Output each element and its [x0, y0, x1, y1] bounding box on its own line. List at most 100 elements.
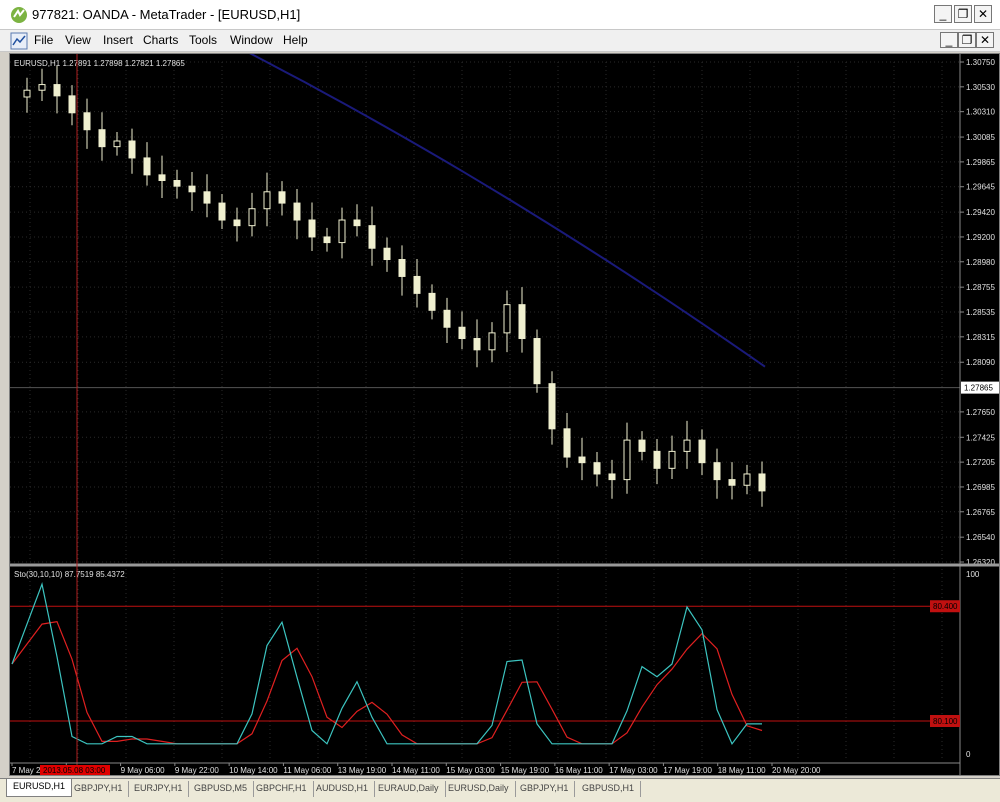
minimize-button[interactable]: _ — [934, 5, 952, 23]
candle-body — [683, 439, 691, 452]
time-tick-label: 15 May 19:00 — [501, 766, 550, 775]
doc-restore-button[interactable]: ❐ — [958, 32, 976, 48]
chart-window[interactable]: 1.30750 1.30530 1.30310 1.30085 1.29865 1.296… — [9, 53, 1000, 776]
price-tick-label: 1.27425 — [966, 433, 995, 442]
price-tick-label: 1.28090 — [966, 358, 995, 367]
menu-view[interactable]: View — [65, 33, 91, 47]
candle — [563, 413, 571, 468]
indicator-info: Sto(30,10,10) 87.7519 85.4372 — [14, 570, 125, 579]
chart-tab-audusd-h1[interactable]: AUDUSD,H1 — [310, 781, 376, 797]
candle-body — [713, 462, 721, 481]
candle-body — [38, 84, 46, 91]
chart-tab-gbpjpy-h1[interactable]: GBPJPY,H1 — [514, 781, 576, 797]
crosshair-time-label: 2013.05.08 03:00 — [43, 766, 106, 775]
menu-file[interactable]: File — [34, 33, 53, 47]
candle — [623, 422, 631, 494]
candle-body — [158, 174, 166, 182]
chart-tab-eurusd-daily[interactable]: EURUSD,Daily — [442, 781, 516, 797]
candle — [413, 258, 421, 308]
candle-body — [443, 309, 451, 328]
candle — [533, 329, 541, 393]
price-tick-label: 1.29645 — [966, 183, 995, 192]
candle-body — [428, 292, 436, 311]
doc-close-button[interactable]: ✕ — [976, 32, 994, 48]
time-tick-label: 18 May 11:00 — [718, 766, 766, 775]
candle-body — [338, 219, 346, 244]
close-button[interactable]: ✕ — [974, 5, 992, 23]
price-tick-label: 1.28980 — [966, 258, 995, 267]
candle-body — [518, 304, 526, 340]
chart-tab-euraud-daily[interactable]: EURAUD,Daily — [372, 781, 446, 797]
price-tick-label: 1.26540 — [966, 533, 995, 542]
candle-body — [248, 208, 256, 227]
candle — [638, 431, 646, 461]
level-label: 80.100 — [933, 717, 958, 726]
candle-body — [473, 338, 481, 351]
candle — [668, 435, 676, 480]
time-tick-label: 16 May 11:00 — [555, 766, 603, 775]
chart-tab-eurjpy-h1[interactable]: EURJPY,H1 — [128, 781, 190, 797]
candle — [398, 245, 406, 296]
chart-tab-gbpusd-m5[interactable]: GBPUSD,M5 — [188, 781, 255, 797]
candle-body — [173, 180, 181, 187]
chart-tab-gbpjpy-h1[interactable]: GBPJPY,H1 — [68, 781, 130, 797]
candle — [683, 420, 691, 469]
candle-body — [218, 202, 226, 221]
candle — [578, 437, 586, 481]
chart-grid — [10, 61, 960, 759]
candle — [98, 112, 106, 161]
candle-body — [83, 112, 91, 131]
candle-body — [293, 202, 301, 221]
candle-body — [758, 473, 766, 492]
candle — [218, 194, 226, 230]
menu-help[interactable]: Help — [283, 33, 308, 47]
candle-body — [563, 428, 571, 458]
chart-tab-bar: EURUSD,H1 GBPJPY,H1 EURJPY,H1 GBPUSD,M5 GBPC… — [0, 778, 1000, 802]
candle-body — [413, 275, 421, 294]
candle — [698, 429, 706, 476]
candle — [293, 188, 301, 240]
candle-body — [398, 259, 406, 277]
candle-body — [638, 439, 646, 452]
price-tick-label: 1.26765 — [966, 508, 995, 517]
candle-body — [323, 236, 331, 244]
candle — [743, 464, 751, 495]
stochastic-levels: 80.400 80.100 — [10, 600, 960, 727]
candle — [758, 461, 766, 507]
candle — [173, 169, 181, 199]
candle — [383, 237, 391, 272]
candle-body — [503, 304, 511, 334]
candle — [728, 462, 736, 500]
metatrader-app-icon — [11, 7, 27, 23]
chart-tab-gbpusd-h1[interactable]: GBPUSD,H1 — [576, 781, 642, 797]
menu-charts[interactable]: Charts — [143, 33, 178, 47]
candle — [473, 319, 481, 368]
menu-insert[interactable]: Insert — [103, 33, 133, 47]
restore-button[interactable]: ❐ — [954, 5, 972, 23]
candle-body — [488, 332, 496, 351]
candle-body — [383, 247, 391, 261]
candle — [53, 65, 61, 114]
menu-window[interactable]: Window — [230, 33, 273, 47]
candle-body — [608, 473, 616, 481]
menu-tools[interactable]: Tools — [189, 33, 217, 47]
chart-tab-eurusd-h1[interactable]: EURUSD,H1 — [6, 779, 73, 797]
price-tick-label: 1.28315 — [966, 333, 995, 342]
candle — [353, 204, 361, 237]
price-tick-label: 1.30750 — [966, 58, 995, 67]
chart-tab-gbpchf-h1[interactable]: GBPCHF,H1 — [250, 781, 314, 797]
candle — [368, 206, 376, 266]
candle — [23, 77, 31, 113]
candle-body — [653, 450, 661, 469]
doc-minimize-button[interactable]: _ — [940, 32, 958, 48]
candle-body — [308, 219, 316, 238]
candle — [263, 172, 271, 227]
price-chart[interactable]: 1.30750 1.30530 1.30310 1.30085 1.29865 1.296… — [10, 54, 999, 775]
time-tick-label: 11 May 06:00 — [283, 766, 331, 775]
candle — [158, 155, 166, 199]
candle-body — [458, 326, 466, 340]
candle — [38, 68, 46, 101]
price-axis: 1.30750 1.30530 1.30310 1.30085 1.29865 1.296… — [959, 54, 995, 775]
time-axis: 7 May 20139 May 14:009 May 06:009 May 22… — [10, 762, 960, 775]
candle — [338, 207, 346, 259]
